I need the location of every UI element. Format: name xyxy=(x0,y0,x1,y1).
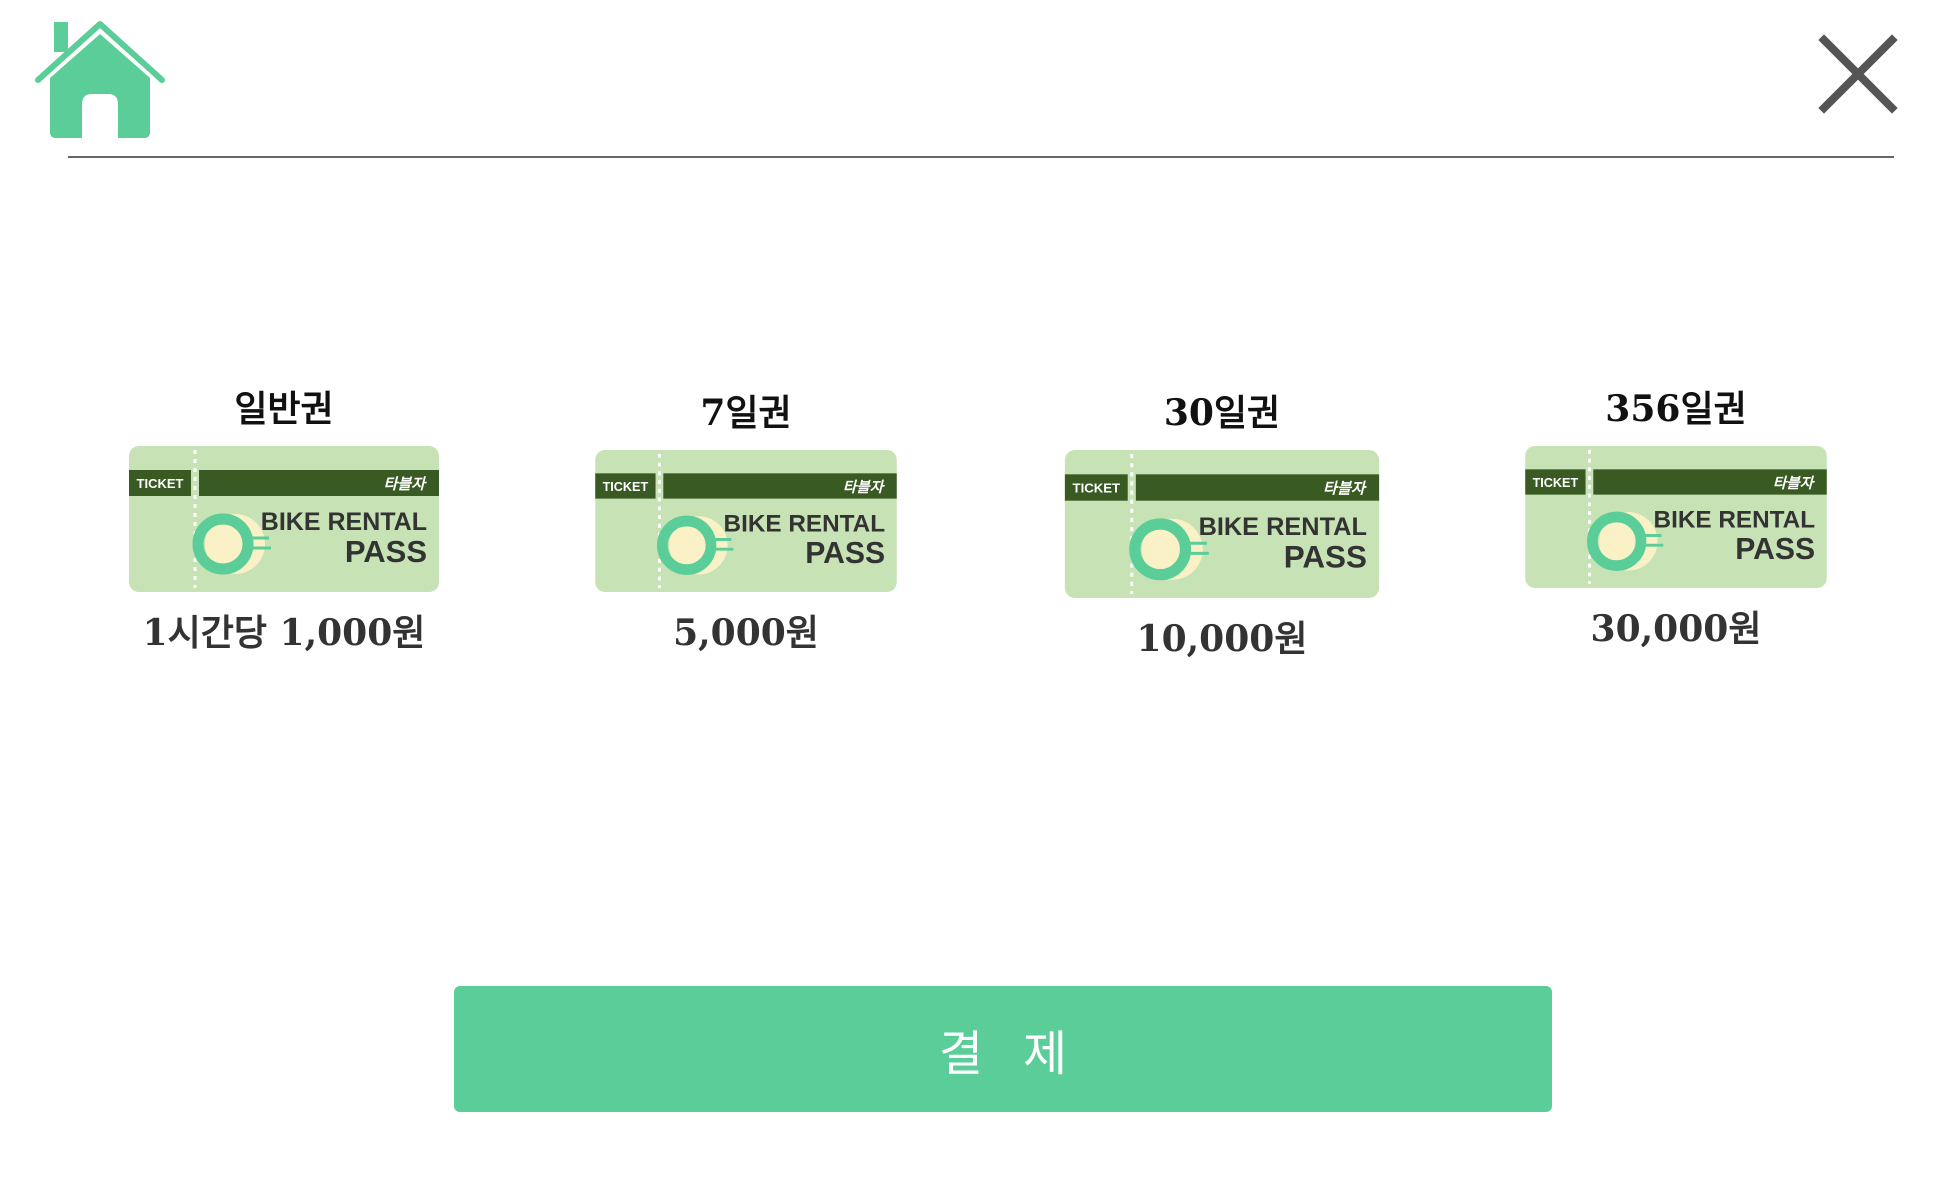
ticket-option-basic[interactable]: 일반권 TICKET 타블자 BIKE RENTAL PASS 1시간당 1,0… xyxy=(104,386,464,656)
svg-text:타블자: 타블자 xyxy=(843,479,886,496)
home-button[interactable] xyxy=(34,18,166,140)
ticket-option-30day[interactable]: 30일권 TICKET 타블자 BIKE RENTAL PASS 10,000원 xyxy=(1042,390,1402,662)
ticket-title: 356일권 xyxy=(1605,388,1747,430)
ticket-title: 7일권 xyxy=(700,392,792,434)
pay-button[interactable]: 결제 xyxy=(454,986,1552,1112)
ticket-title: 30일권 xyxy=(1163,392,1281,434)
svg-text:타블자: 타블자 xyxy=(1323,480,1367,498)
svg-text:PASS: PASS xyxy=(805,537,885,570)
svg-text:PASS: PASS xyxy=(1735,533,1815,566)
bike-rental-pass-image: TICKET 타블자 BIKE RENTAL PASS xyxy=(1064,450,1380,598)
bike-rental-pass-image: TICKET 타블자 BIKE RENTAL PASS xyxy=(595,450,897,592)
pay-button-label: 결제 xyxy=(938,1026,1108,1082)
close-button[interactable] xyxy=(1818,34,1898,114)
svg-text:BIKE RENTAL: BIKE RENTAL xyxy=(1199,513,1367,541)
ticket-title: 일반권 xyxy=(234,388,334,430)
svg-text:TICKET: TICKET xyxy=(137,476,184,491)
svg-text:타블자: 타블자 xyxy=(384,475,428,493)
svg-text:TICKET: TICKET xyxy=(1533,476,1579,490)
svg-text:TICKET: TICKET xyxy=(1073,481,1121,496)
ticket-option-7day[interactable]: 7일권 TICKET 타블자 BIKE RENTAL PASS 5,000원 xyxy=(566,390,926,656)
ticket-option-356day[interactable]: 356일권 TICKET 타블자 BIKE RENTAL PASS 30,000… xyxy=(1496,386,1856,652)
svg-text:PASS: PASS xyxy=(1284,540,1367,575)
ticket-purchase-screen: 일반권 TICKET 타블자 BIKE RENTAL PASS 1시간당 1,0… xyxy=(0,0,1956,1200)
bike-rental-pass-image: TICKET 타블자 BIKE RENTAL PASS xyxy=(1525,446,1827,588)
close-icon xyxy=(1818,34,1898,114)
bike-rental-pass-image: TICKET 타블자 BIKE RENTAL PASS xyxy=(129,446,439,592)
svg-text:PASS: PASS xyxy=(345,534,427,569)
header-divider xyxy=(68,156,1894,158)
ticket-price: 5,000원 xyxy=(673,612,819,654)
svg-text:BIKE RENTAL: BIKE RENTAL xyxy=(1654,507,1816,534)
home-icon xyxy=(35,21,165,138)
svg-text:BIKE RENTAL: BIKE RENTAL xyxy=(261,508,427,536)
ticket-price: 1시간당 1,000원 xyxy=(142,612,426,654)
ticket-price: 30,000원 xyxy=(1590,608,1762,650)
svg-text:BIKE RENTAL: BIKE RENTAL xyxy=(724,511,886,538)
svg-text:TICKET: TICKET xyxy=(603,480,649,494)
svg-text:타블자: 타블자 xyxy=(1773,475,1816,492)
ticket-price: 10,000원 xyxy=(1136,618,1308,660)
